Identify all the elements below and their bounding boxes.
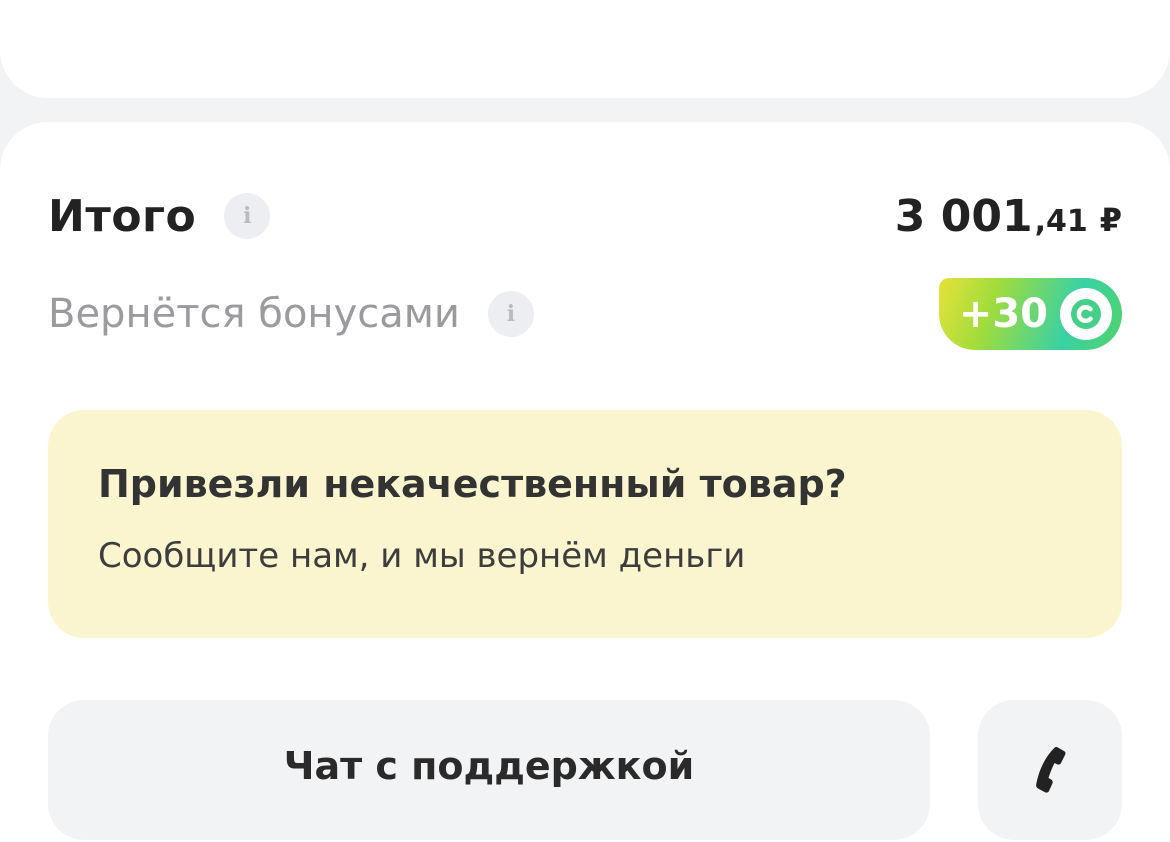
banner-subtitle: Сообщите нам, и мы вернём деньги [98, 536, 746, 576]
bonus-badge: +30 [938, 278, 1122, 350]
total-row: Итого i 3 001 ,41 ₽ [48, 188, 1122, 244]
bonus-label: Вернётся бонусами [48, 291, 460, 337]
phone-icon [1030, 744, 1070, 798]
bonus-amount: +30 [958, 291, 1048, 337]
info-icon[interactable]: i [224, 193, 271, 239]
ruble-sign: ₽ [1099, 200, 1122, 239]
support-chat-label: Чат с поддержкой [283, 744, 695, 788]
previous-section-card [0, 0, 1170, 98]
support-chat-button[interactable]: Чат с поддержкой [48, 700, 930, 840]
quality-issue-banner[interactable]: Привезли некачественный товар? Сообщите … [48, 410, 1122, 638]
total-value: 3 001 ,41 ₽ [895, 191, 1122, 242]
total-amount: 3 001 [894, 190, 1033, 242]
bonus-row: Вернётся бонусами i +30 [48, 278, 1122, 350]
total-label: Итого [48, 190, 197, 242]
bonus-label-group: Вернётся бонусами i [48, 291, 534, 337]
info-icon[interactable]: i [487, 291, 534, 337]
total-cents: ,41 [1034, 203, 1088, 239]
total-label-group: Итого i [48, 190, 271, 242]
banner-title: Привезли некачественный товар? [98, 462, 847, 506]
bonus-coin-icon [1060, 288, 1112, 340]
call-support-button[interactable] [978, 700, 1122, 840]
